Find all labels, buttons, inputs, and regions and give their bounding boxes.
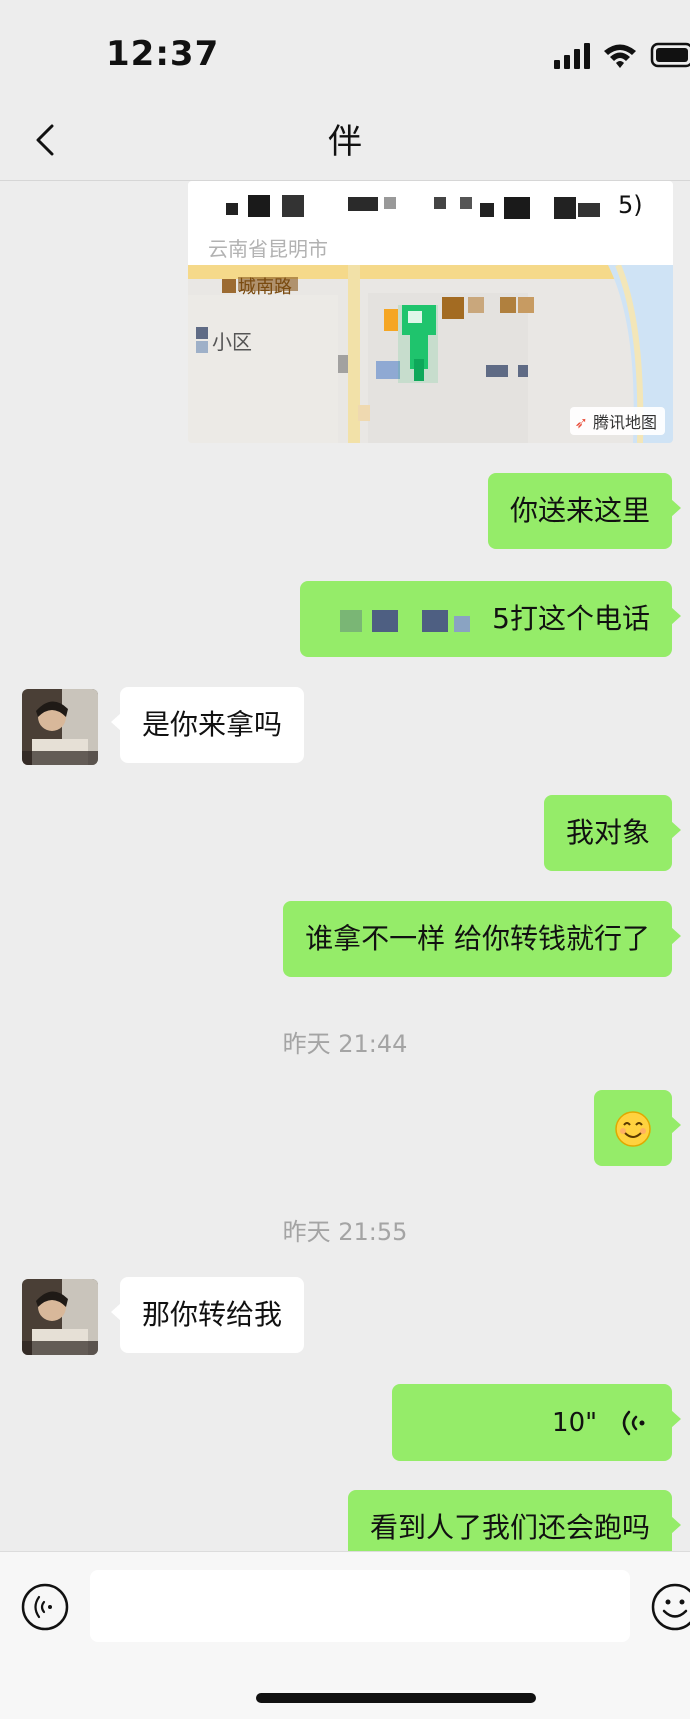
voice-wave-icon bbox=[622, 1410, 645, 1436]
redacted-phone-number bbox=[340, 610, 471, 632]
my-message-bubble[interactable]: 谁拿不一样 给你转钱就行了 bbox=[283, 901, 681, 977]
my-message-bubble[interactable]: 你送来这里 bbox=[487, 473, 682, 549]
chat-message-list[interactable]: 5) 云南省昆明市 小区 城南路 ➶ 腾讯地图 你送来这里 5打这个电话 是你来… bbox=[0, 181, 690, 1551]
timestamp-divider: 昨天 21:55 bbox=[282, 1218, 408, 1246]
message-row: 你送来这里 bbox=[0, 473, 690, 553]
my-message-bubble[interactable]: 看到人了我们还会跑吗 bbox=[347, 1490, 682, 1551]
address-title-suffix: 5) bbox=[618, 191, 643, 219]
chat-header: 伴 bbox=[0, 100, 690, 181]
avatar-image bbox=[22, 689, 98, 765]
message-row: 那你转给我 bbox=[0, 1277, 690, 1357]
signal-icon bbox=[554, 43, 590, 69]
message-input[interactable] bbox=[90, 1570, 630, 1642]
status-bar: 12:37 bbox=[0, 0, 690, 100]
wifi-icon bbox=[604, 44, 636, 68]
redacted-address-title bbox=[226, 195, 600, 219]
map-preview[interactable]: 小区 城南路 ➶ 腾讯地图 bbox=[188, 265, 673, 443]
svg-text:城南路: 城南路 bbox=[238, 277, 292, 298]
avatar-image bbox=[22, 1279, 98, 1355]
emoji-icon[interactable] bbox=[650, 1582, 690, 1632]
timestamp-divider: 昨天 21:44 bbox=[282, 1030, 408, 1058]
input-bar bbox=[0, 1551, 690, 1719]
svg-text:小区: 小区 bbox=[212, 330, 252, 354]
contact-avatar[interactable] bbox=[22, 689, 98, 765]
message-row: 我对象 bbox=[0, 795, 690, 875]
message-row: 是你来拿吗 bbox=[0, 687, 690, 767]
message-row: 谁拿不一样 给你转钱就行了 bbox=[0, 901, 690, 981]
contact-message-bubble[interactable]: 是你来拿吗 bbox=[110, 687, 305, 763]
location-message-card[interactable]: 5) 云南省昆明市 小区 城南路 ➶ 腾讯地图 bbox=[188, 181, 673, 443]
my-message-bubble[interactable]: 5打这个电话 bbox=[300, 581, 681, 657]
contact-avatar[interactable] bbox=[22, 1279, 98, 1355]
tencent-map-badge: ➶ 腾讯地图 bbox=[570, 407, 665, 435]
map-marker-icon bbox=[398, 305, 438, 383]
message-row: 10" bbox=[0, 1384, 690, 1464]
home-indicator bbox=[256, 1693, 536, 1703]
message-row bbox=[0, 1090, 690, 1170]
message-row: 看到人了我们还会跑吗 bbox=[0, 1490, 690, 1551]
status-icons bbox=[554, 42, 690, 69]
voice-input-icon[interactable] bbox=[20, 1582, 70, 1632]
contact-message-bubble[interactable]: 那你转给我 bbox=[110, 1277, 305, 1353]
smile-emoji-icon bbox=[615, 1111, 651, 1147]
my-message-bubble[interactable] bbox=[594, 1090, 681, 1166]
message-row: 5打这个电话 bbox=[0, 581, 690, 661]
status-time: 12:37 bbox=[106, 34, 220, 74]
compass-icon: ➶ bbox=[574, 413, 588, 432]
battery-icon bbox=[650, 42, 690, 68]
my-message-bubble[interactable]: 我对象 bbox=[543, 795, 682, 871]
voice-message-bubble[interactable]: 10" bbox=[392, 1384, 681, 1461]
voice-duration: 10" bbox=[552, 1408, 598, 1438]
chat-title: 伴 bbox=[328, 122, 362, 162]
